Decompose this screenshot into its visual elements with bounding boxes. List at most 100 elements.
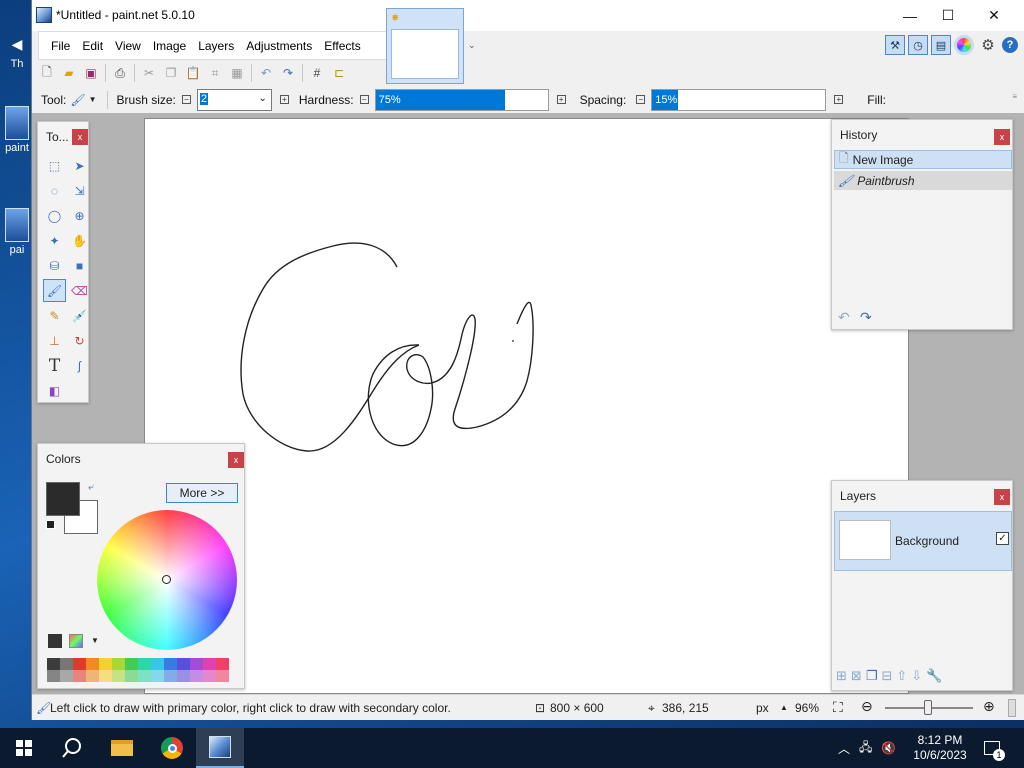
desktop-icon[interactable]: pai — [2, 208, 32, 256]
maximize-button[interactable]: ☐ — [925, 0, 971, 31]
merge-layer-icon[interactable]: ⊟ — [881, 668, 892, 684]
close-button[interactable]: ✕ — [971, 0, 1017, 31]
eraser-icon[interactable]: ⌫ — [68, 279, 91, 302]
duplicate-layer-icon[interactable]: ❐ — [866, 668, 878, 684]
menu-file[interactable]: File — [45, 39, 76, 53]
units-selector[interactable]: px — [756, 701, 769, 715]
primary-color-swatch[interactable] — [46, 482, 80, 516]
history-item[interactable]: 🖌 Paintbrush — [834, 171, 1012, 190]
tool-dropdown-icon[interactable]: ▼ — [89, 95, 97, 104]
image-canvas[interactable] — [144, 118, 909, 694]
units-up-icon[interactable]: ▲ — [780, 703, 788, 712]
menu-image[interactable]: Image — [147, 39, 192, 53]
color-wheel[interactable] — [97, 510, 237, 650]
menu-adjustments[interactable]: Adjustments — [240, 39, 318, 53]
move-selected-pixels-icon[interactable]: ➤ — [68, 154, 91, 177]
history-toggle-icon[interactable]: ◷ — [908, 35, 928, 55]
zoom-icon[interactable]: ⊕ — [68, 204, 91, 227]
swap-colors-icon[interactable]: ⤶ — [88, 482, 94, 493]
help-icon[interactable]: ? — [1002, 37, 1018, 53]
paintbrush-icon[interactable]: 🖌 — [43, 279, 66, 302]
menu-effects[interactable]: Effects — [318, 39, 366, 53]
delete-layer-icon[interactable]: ⊠ — [851, 668, 862, 684]
ruler-icon[interactable]: ⊏ — [328, 62, 350, 84]
lasso-select-icon[interactable]: ◌ — [43, 179, 66, 202]
cut-icon[interactable]: ✂ — [138, 62, 160, 84]
palette-swatch[interactable] — [86, 658, 99, 682]
ellipse-select-icon[interactable]: ◯ — [43, 204, 66, 227]
history-item[interactable]: 🗋 New Image — [834, 150, 1012, 169]
color-picker-icon[interactable]: 💉 — [68, 304, 91, 327]
open-folder-icon[interactable]: ▰ — [58, 62, 80, 84]
palette-dropdown-icon[interactable]: ▼ — [91, 636, 99, 645]
zoom-in-icon[interactable]: ⊕ — [983, 698, 995, 715]
hardness-increase-icon[interactable]: + — [556, 95, 566, 104]
move-selection-icon[interactable]: ⇲ — [68, 179, 91, 202]
palette-swatch[interactable] — [164, 658, 177, 682]
palette-swatch[interactable] — [151, 658, 164, 682]
search-button[interactable] — [48, 728, 96, 768]
tools-close-button[interactable]: x — [72, 129, 88, 145]
hardness-slider[interactable]: 75% — [374, 88, 549, 111]
layer-visibility-checkbox[interactable]: ✓ — [996, 532, 1009, 545]
gradient-icon[interactable]: ■ — [68, 254, 91, 277]
palette-swatch[interactable] — [99, 658, 112, 682]
rectangle-select-icon[interactable]: ⬚ — [43, 154, 66, 177]
copy-icon[interactable]: ❐ — [160, 62, 182, 84]
menu-edit[interactable]: Edit — [76, 39, 109, 53]
menu-view[interactable]: View — [109, 39, 147, 53]
image-list-dropdown-icon[interactable]: ⌄ — [468, 40, 476, 51]
crop-icon[interactable]: ⌗ — [204, 62, 226, 84]
magic-wand-icon[interactable]: ✦ — [43, 229, 66, 252]
clock[interactable]: 8:12 PM 10/6/2023 — [908, 728, 972, 768]
pencil-icon[interactable]: ✎ — [43, 304, 66, 327]
move-layer-up-icon[interactable]: ⇧ — [896, 668, 907, 684]
history-redo-icon[interactable]: ↷ — [860, 309, 872, 326]
shapes-icon[interactable]: ◧ — [43, 379, 66, 402]
pan-hand-icon[interactable]: ✋ — [68, 229, 91, 252]
layer-properties-icon[interactable]: 🔧 — [926, 668, 942, 684]
print-icon[interactable]: ⎙ — [109, 62, 131, 84]
zoom-level[interactable]: 96% — [795, 701, 819, 715]
move-layer-down-icon[interactable]: ⇩ — [911, 668, 922, 684]
volume-muted-icon[interactable]: 🔇 — [881, 741, 896, 755]
more-button[interactable]: More >> — [166, 483, 238, 503]
palette-swatch[interactable] — [125, 658, 138, 682]
palette-swatch[interactable] — [203, 658, 216, 682]
palette-swatch[interactable] — [190, 658, 203, 682]
deselect-icon[interactable]: ▦ — [226, 62, 248, 84]
brush-size-decrease-icon[interactable]: − — [181, 95, 191, 104]
paste-icon[interactable]: 📋 — [182, 62, 204, 84]
layers-toggle-icon[interactable]: ▤ — [931, 35, 951, 55]
desktop-icon[interactable]: paint — [2, 106, 32, 154]
colors-close-button[interactable]: x — [228, 452, 244, 468]
palette-swatch[interactable] — [216, 658, 229, 682]
title-bar[interactable]: *Untitled - paint.net 5.0.10 — ☐ ✕ — [32, 0, 1024, 31]
hardness-decrease-icon[interactable]: − — [359, 95, 369, 104]
palette-swatch[interactable] — [60, 658, 73, 682]
palette-icon[interactable] — [69, 634, 83, 648]
colors-toggle-icon[interactable] — [954, 35, 974, 55]
paintnet-taskbar-button[interactable] — [196, 728, 244, 768]
chrome-button[interactable] — [148, 728, 196, 768]
file-explorer-button[interactable] — [98, 728, 146, 768]
save-icon[interactable]: ▣ — [80, 62, 102, 84]
spacing-decrease-icon[interactable]: − — [636, 95, 646, 104]
palette-swatch[interactable] — [73, 658, 86, 682]
brush-size-increase-icon[interactable]: + — [279, 95, 289, 104]
reset-colors-icon[interactable] — [46, 520, 55, 529]
start-button[interactable] — [0, 728, 48, 768]
redo-icon[interactable]: ↷ — [277, 62, 299, 84]
new-file-icon[interactable]: 🗋 — [36, 62, 58, 84]
palette-swatch[interactable] — [138, 658, 151, 682]
zoom-out-icon[interactable]: ⊖ — [861, 698, 873, 715]
text-icon[interactable]: T — [43, 354, 66, 377]
notifications-button[interactable]: 1 — [984, 728, 1005, 768]
network-icon[interactable]: 🖧 — [859, 738, 872, 759]
tray-chevron-icon[interactable]: ︿ — [838, 740, 850, 757]
add-layer-icon[interactable]: ⊞ — [836, 668, 847, 684]
paintbrush-tool-icon[interactable]: 🖌 — [70, 93, 85, 107]
spacing-increase-icon[interactable]: + — [834, 95, 844, 104]
recolor-icon[interactable]: ↻ — [68, 329, 91, 352]
history-undo-icon[interactable]: ↶ — [838, 309, 850, 326]
